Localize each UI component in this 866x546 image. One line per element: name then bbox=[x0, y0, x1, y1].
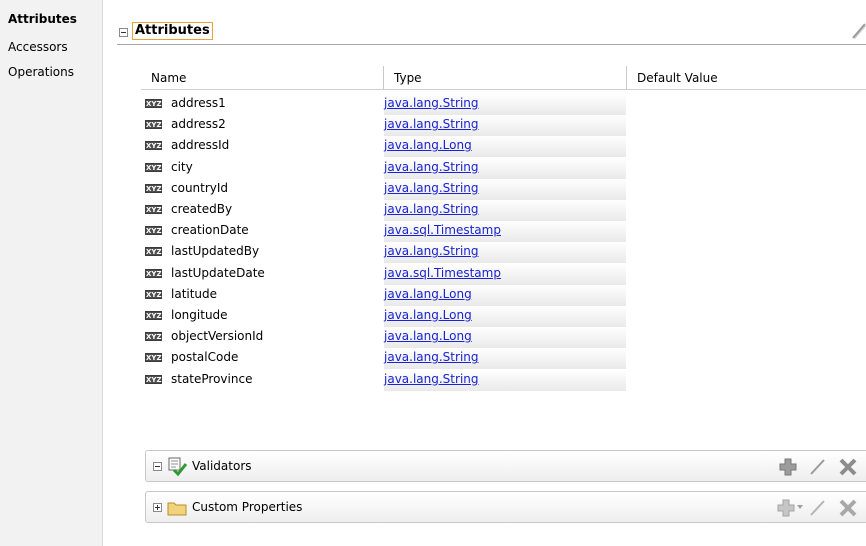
validator-checklist-icon bbox=[168, 457, 188, 476]
type-cell: java.lang.String bbox=[384, 200, 626, 221]
type-cell: java.sql.Timestamp bbox=[384, 263, 626, 285]
header-divider bbox=[141, 89, 866, 90]
attribute-type-icon: XYZ bbox=[145, 99, 162, 108]
edit-pencil-icon[interactable] bbox=[808, 457, 828, 477]
table-row[interactable]: XYZ address2 java.lang.String bbox=[141, 115, 627, 137]
collapse-icon[interactable] bbox=[153, 462, 162, 471]
type-cell: java.lang.Long bbox=[384, 284, 626, 306]
attribute-name: city bbox=[171, 159, 193, 174]
attribute-type-icon: XYZ bbox=[145, 141, 162, 151]
nav-item-accessors[interactable]: Accessors bbox=[8, 40, 68, 54]
attribute-type-link[interactable]: java.lang.Long bbox=[384, 138, 472, 152]
edit-pencil-icon[interactable] bbox=[808, 498, 828, 518]
table-row[interactable]: XYZ postalCode java.lang.String bbox=[141, 348, 627, 370]
column-header-type[interactable]: Type bbox=[384, 66, 627, 90]
type-cell: java.lang.Long bbox=[384, 327, 626, 349]
attribute-name: stateProvince bbox=[171, 371, 253, 386]
attribute-name: objectVersionId bbox=[171, 329, 264, 344]
attribute-name: address1 bbox=[171, 96, 226, 110]
delete-icon[interactable] bbox=[838, 457, 858, 477]
chevron-down-icon[interactable] bbox=[797, 505, 803, 510]
attribute-type-link[interactable]: java.lang.String bbox=[384, 117, 479, 131]
edit-pencil-icon[interactable] bbox=[851, 22, 866, 40]
attribute-type-icon: XYZ bbox=[145, 162, 162, 172]
expand-icon[interactable] bbox=[153, 503, 162, 512]
type-cell: java.lang.String bbox=[384, 157, 626, 179]
type-cell: java.lang.String bbox=[384, 115, 626, 137]
left-nav: Attributes Accessors Operations bbox=[0, 0, 103, 546]
add-icon[interactable] bbox=[778, 457, 798, 477]
collapse-icon[interactable] bbox=[119, 28, 128, 37]
type-cell: java.lang.String bbox=[384, 348, 626, 370]
attribute-name: lastUpdateDate bbox=[171, 265, 265, 280]
attribute-type-link[interactable]: java.lang.Long bbox=[384, 287, 472, 301]
table-row[interactable]: XYZ address1 java.lang.String bbox=[141, 94, 627, 115]
attribute-name: lastUpdatedBy bbox=[171, 244, 260, 259]
validators-panel: Validators bbox=[145, 450, 866, 482]
attribute-type-icon: XYZ bbox=[145, 332, 162, 342]
column-header-default-value[interactable]: Default Value bbox=[627, 66, 866, 90]
table-row[interactable]: XYZ objectVersionId java.lang.Long bbox=[141, 327, 627, 349]
nav-item-operations[interactable]: Operations bbox=[8, 65, 74, 79]
attribute-type-link[interactable]: java.lang.Long bbox=[384, 329, 472, 343]
attribute-name: addressId bbox=[171, 138, 230, 153]
column-header-name[interactable]: Name bbox=[141, 66, 384, 90]
table-row[interactable]: XYZ lastUpdateDate java.sql.Timestamp bbox=[141, 263, 627, 285]
table-row[interactable]: XYZ city java.lang.String bbox=[141, 157, 627, 179]
attribute-name: address2 bbox=[171, 117, 226, 132]
attribute-name: creationDate bbox=[171, 223, 249, 238]
attributes-section-header: Attributes bbox=[117, 22, 866, 45]
attribute-type-icon: XYZ bbox=[145, 120, 162, 130]
attribute-type-link[interactable]: java.lang.String bbox=[384, 244, 479, 258]
type-cell: java.lang.String bbox=[384, 242, 626, 264]
attribute-type-link[interactable]: java.lang.String bbox=[384, 372, 479, 386]
custom-properties-title[interactable]: Custom Properties bbox=[192, 500, 302, 514]
delete-icon[interactable] bbox=[838, 498, 858, 518]
type-cell: java.lang.String bbox=[384, 94, 626, 115]
table-row[interactable]: XYZ addressId java.lang.Long bbox=[141, 136, 627, 158]
folder-icon bbox=[167, 502, 187, 516]
type-cell: java.lang.Long bbox=[384, 136, 626, 158]
section-title[interactable]: Attributes bbox=[132, 22, 213, 40]
type-cell: java.lang.Long bbox=[384, 306, 626, 327]
table-row[interactable]: XYZ countryId java.lang.String bbox=[141, 178, 627, 200]
attribute-type-link[interactable]: java.lang.Long bbox=[384, 308, 472, 322]
add-icon[interactable] bbox=[776, 498, 796, 518]
attribute-type-icon: XYZ bbox=[145, 268, 162, 278]
attribute-type-link[interactable]: java.sql.Timestamp bbox=[384, 223, 501, 237]
attribute-type-icon: XYZ bbox=[145, 311, 162, 320]
table-row[interactable]: XYZ latitude java.lang.Long bbox=[141, 284, 627, 306]
table-row[interactable]: XYZ createdBy java.lang.String bbox=[141, 200, 627, 221]
nav-item-attributes[interactable]: Attributes bbox=[8, 12, 77, 26]
attribute-type-icon: XYZ bbox=[145, 289, 162, 299]
table-row[interactable]: XYZ creationDate java.sql.Timestamp bbox=[141, 221, 627, 243]
attribute-name: latitude bbox=[171, 286, 218, 301]
table-row[interactable]: XYZ longitude java.lang.Long bbox=[141, 306, 627, 327]
attribute-type-icon: XYZ bbox=[145, 374, 162, 384]
attribute-type-link[interactable]: java.lang.String bbox=[384, 202, 479, 216]
attribute-name: countryId bbox=[171, 180, 229, 195]
attribute-type-link[interactable]: java.lang.String bbox=[384, 181, 479, 195]
attribute-type-icon: XYZ bbox=[145, 353, 162, 363]
type-cell: java.sql.Timestamp bbox=[384, 221, 626, 243]
attribute-type-link[interactable]: java.lang.String bbox=[384, 350, 479, 364]
attribute-type-icon: XYZ bbox=[145, 226, 162, 236]
attribute-type-icon: XYZ bbox=[145, 183, 162, 193]
attribute-type-link[interactable]: java.sql.Timestamp bbox=[384, 266, 501, 280]
table-row[interactable]: XYZ lastUpdatedBy java.lang.String bbox=[141, 242, 627, 264]
type-cell: java.lang.String bbox=[384, 369, 626, 391]
type-cell: java.lang.String bbox=[384, 178, 626, 200]
attribute-name: createdBy bbox=[171, 202, 233, 216]
attribute-name: longitude bbox=[171, 308, 228, 322]
attribute-type-link[interactable]: java.lang.String bbox=[384, 160, 479, 174]
validators-title[interactable]: Validators bbox=[192, 459, 252, 473]
attribute-type-icon: XYZ bbox=[145, 247, 162, 257]
table-row[interactable]: XYZ stateProvince java.lang.String bbox=[141, 369, 627, 391]
attribute-name: postalCode bbox=[171, 350, 239, 365]
custom-properties-panel: Custom Properties bbox=[145, 491, 866, 523]
attribute-type-icon: XYZ bbox=[145, 205, 162, 214]
attribute-type-link[interactable]: java.lang.String bbox=[384, 96, 479, 110]
